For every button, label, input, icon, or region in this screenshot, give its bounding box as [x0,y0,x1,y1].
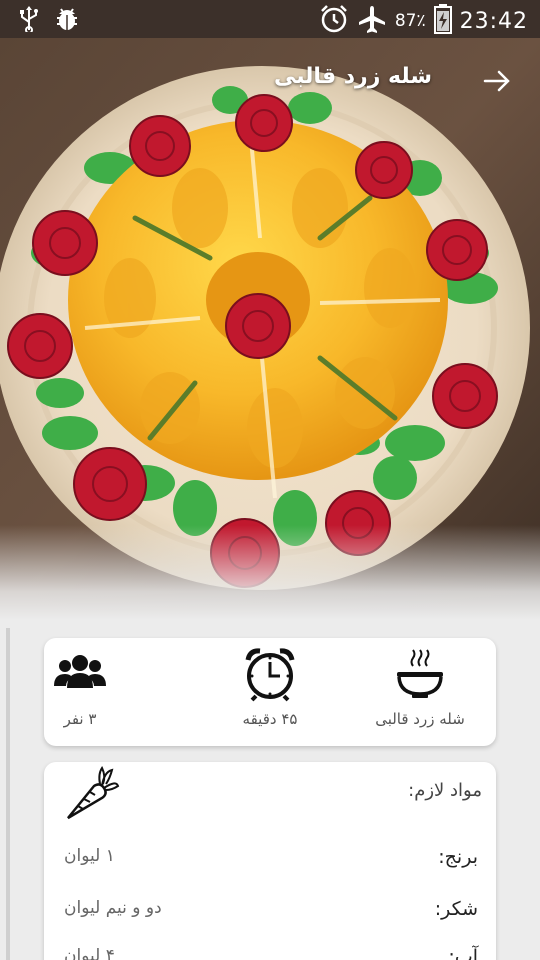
clock: 23:42 [459,8,528,34]
ingredient-amount: ۴ لیوان [64,946,115,960]
title-bar: شله زرد قالبی [0,60,540,100]
ingredients-title: مواد لازم: [408,780,482,801]
ingredient-row: شکر: دو و نیم لیوان [44,892,496,932]
people-icon [10,646,150,702]
status-bar: 87٪ 23:42 [0,0,540,38]
recipe-info-card: شله زرد قالبی ۴۵ دقیقه ۳ نفر [44,638,496,746]
time-info: ۴۵ دقیقه [200,646,340,728]
dish-name: شله زرد قالبی [375,710,465,728]
ingredient-amount: ۱ لیوان [64,846,115,866]
bowl-icon [350,646,490,702]
ingredients-card: مواد لازم: برنج: ۱ لیوان شکر: دو و نیم ل… [44,762,496,960]
battery-icon [433,4,452,38]
ingredient-name: شکر: [434,898,478,920]
page-title: شله زرد قالبی [273,64,432,89]
carrot-icon [64,766,120,822]
ingredient-name: آب: [448,946,478,960]
cook-time: ۴۵ دقیقه [242,710,298,728]
airplane-mode-icon [357,4,387,38]
ingredient-name: برنج: [438,846,478,868]
battery-percent: 87٪ [394,11,426,31]
ingredient-row: برنج: ۱ لیوان [44,840,496,880]
alarm-icon [319,4,349,38]
servings: ۳ نفر [63,710,97,728]
usb-icon [18,6,40,36]
recipe-hero-image: شله زرد قالبی [0,38,540,620]
ingredient-row: آب: ۴ لیوان [44,940,496,960]
arrow-right-icon[interactable] [482,66,512,96]
servings-info: ۳ نفر [10,646,150,728]
bug-icon [54,6,80,36]
alarm-clock-icon [200,646,340,702]
dish-info: شله زرد قالبی [350,646,490,728]
ingredient-amount: دو و نیم لیوان [64,898,162,918]
